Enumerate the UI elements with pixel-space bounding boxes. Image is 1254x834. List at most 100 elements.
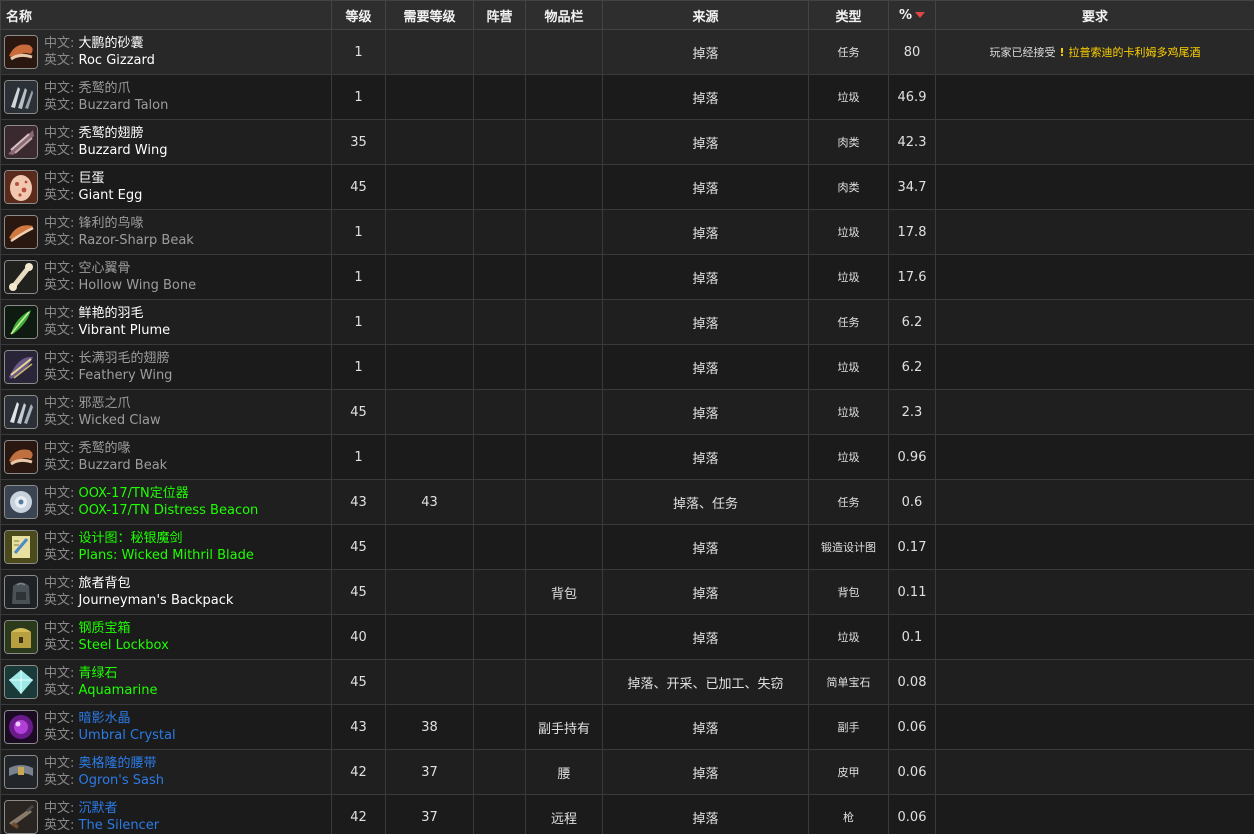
column-header-percent[interactable]: % — [888, 0, 936, 30]
item-name-cell: 中文: 邪恶之爪 英文: Wicked Claw — [0, 389, 332, 435]
table-row[interactable]: 中文: 锋利的鸟喙 英文: Razor-Sharp Beak 1 掉落 垃圾 1… — [0, 209, 1254, 255]
item-source: 掉落 — [602, 524, 809, 570]
wicked-claw-icon[interactable] — [4, 395, 38, 429]
buzzard-beak-icon[interactable] — [4, 440, 38, 474]
table-row[interactable]: 中文: 设计图：秘银魔剑 英文: Plans: Wicked Mithril B… — [0, 524, 1254, 570]
item-drop-percent: 80 — [888, 29, 936, 75]
item-name-cn[interactable]: 青绿石 — [79, 666, 118, 681]
item-name-en[interactable]: Buzzard Beak — [79, 458, 168, 473]
item-name-cn[interactable]: 鲜艳的羽毛 — [79, 306, 144, 321]
item-slot: 远程 — [525, 794, 603, 834]
item-name-en[interactable]: Feathery Wing — [79, 368, 173, 383]
cn-label: 中文: — [44, 36, 75, 51]
table-row[interactable]: 中文: 秃鹫的翅膀 英文: Buzzard Wing 35 掉落 肉类 42.3 — [0, 119, 1254, 165]
roc-gizzard-icon[interactable] — [4, 35, 38, 69]
table-row[interactable]: 中文: 鲜艳的羽毛 英文: Vibrant Plume 1 掉落 任务 6.2 — [0, 299, 1254, 345]
loot-table: 名称 等级 需要等级 阵营 物品栏 来源 类型 % 要求 中文: 大鹏的砂囊 英… — [0, 0, 1254, 834]
item-name-en[interactable]: Vibrant Plume — [79, 323, 171, 338]
item-name-en[interactable]: Wicked Claw — [79, 413, 161, 428]
item-name-cn[interactable]: 秃鹫的翅膀 — [79, 126, 144, 141]
item-name-cn[interactable]: 设计图：秘银魔剑 — [79, 531, 183, 546]
percent-label: % — [898, 7, 913, 23]
item-name-cn[interactable]: 巨蛋 — [79, 171, 105, 186]
item-name-cn[interactable]: 沉默者 — [79, 801, 118, 816]
hollow-wing-bone-icon[interactable] — [4, 260, 38, 294]
column-header-faction[interactable]: 阵营 — [473, 0, 526, 30]
gun-icon[interactable] — [4, 800, 38, 834]
item-name-en[interactable]: Aquamarine — [79, 683, 158, 698]
item-name-cn[interactable]: 秃鹫的爪 — [79, 81, 131, 96]
item-name-en[interactable]: Hollow Wing Bone — [79, 278, 197, 293]
cn-label: 中文: — [44, 216, 75, 231]
vibrant-plume-icon[interactable] — [4, 305, 38, 339]
item-name-en[interactable]: Ogron's Sash — [79, 773, 164, 788]
giant-egg-icon[interactable] — [4, 170, 38, 204]
column-header-level[interactable]: 等级 — [331, 0, 386, 30]
quest-link[interactable]: 拉普索迪的卡利姆多鸡尾酒 — [1069, 46, 1201, 59]
table-row[interactable]: 中文: 巨蛋 英文: Giant Egg 45 掉落 肉类 34.7 — [0, 164, 1254, 210]
item-name-en[interactable]: The Silencer — [79, 818, 160, 833]
table-row[interactable]: 中文: 旅者背包 英文: Journeyman's Backpack 45 背包… — [0, 569, 1254, 615]
umbral-crystal-icon[interactable] — [4, 710, 38, 744]
item-name-en[interactable]: Steel Lockbox — [79, 638, 169, 653]
column-header-type[interactable]: 类型 — [808, 0, 889, 30]
item-name-en[interactable]: Plans: Wicked Mithril Blade — [79, 548, 254, 563]
table-row[interactable]: 中文: 钢质宝箱 英文: Steel Lockbox 40 掉落 垃圾 0.1 — [0, 614, 1254, 660]
table-row[interactable]: 中文: 秃鹫的爪 英文: Buzzard Talon 1 掉落 垃圾 46.9 — [0, 74, 1254, 120]
column-header-req-level[interactable]: 需要等级 — [385, 0, 474, 30]
table-row[interactable]: 中文: 沉默者 英文: The Silencer 42 37 远程 掉落 枪 0… — [0, 794, 1254, 834]
item-name-en[interactable]: Buzzard Wing — [79, 143, 168, 158]
item-name-cn[interactable]: 秃鹫的喙 — [79, 441, 131, 456]
item-name-en[interactable]: Razor-Sharp Beak — [79, 233, 194, 248]
buzzard-wing-icon[interactable] — [4, 125, 38, 159]
item-name-en[interactable]: Umbral Crystal — [79, 728, 176, 743]
table-row[interactable]: 中文: 长满羽毛的翅膀 英文: Feathery Wing 1 掉落 垃圾 6.… — [0, 344, 1254, 390]
sash-icon[interactable] — [4, 755, 38, 789]
item-faction — [473, 659, 526, 705]
razor-sharp-beak-icon[interactable] — [4, 215, 38, 249]
item-slot: 副手持有 — [525, 704, 603, 750]
item-name-cn[interactable]: 长满羽毛的翅膀 — [79, 351, 170, 366]
item-drop-percent: 0.06 — [888, 794, 936, 834]
column-header-name[interactable]: 名称 — [0, 0, 332, 30]
item-name-cn[interactable]: 钢质宝箱 — [79, 621, 131, 636]
item-name-en[interactable]: Giant Egg — [79, 188, 143, 203]
table-row[interactable]: 中文: 奥格隆的腰带 英文: Ogron's Sash 42 37 腰 掉落 皮… — [0, 749, 1254, 795]
item-name-cn[interactable]: 暗影水晶 — [79, 711, 131, 726]
table-row[interactable]: 中文: 邪恶之爪 英文: Wicked Claw 45 掉落 垃圾 2.3 — [0, 389, 1254, 435]
backpack-icon[interactable] — [4, 575, 38, 609]
item-name-cn[interactable]: 锋利的鸟喙 — [79, 216, 144, 231]
requirement-text: 玩家已经接受 — [989, 46, 1056, 59]
item-name-cell: 中文: 巨蛋 英文: Giant Egg — [0, 164, 332, 210]
item-drop-percent: 2.3 — [888, 389, 936, 435]
item-name-cn[interactable]: 旅者背包 — [79, 576, 131, 591]
column-header-requirement[interactable]: 要求 — [935, 0, 1254, 30]
item-name-en[interactable]: Buzzard Talon — [79, 98, 169, 113]
item-name-en[interactable]: OOX-17/TN Distress Beacon — [79, 503, 259, 518]
table-row[interactable]: 中文: 秃鹫的喙 英文: Buzzard Beak 1 掉落 垃圾 0.96 — [0, 434, 1254, 480]
item-name-cn[interactable]: 奥格隆的腰带 — [79, 756, 157, 771]
buzzard-talon-icon[interactable] — [4, 80, 38, 114]
item-drop-percent: 17.8 — [888, 209, 936, 255]
item-name-cn[interactable]: 空心翼骨 — [79, 261, 131, 276]
distress-beacon-icon[interactable] — [4, 485, 38, 519]
column-header-source[interactable]: 来源 — [602, 0, 809, 30]
item-level: 45 — [331, 389, 386, 435]
item-name-cn[interactable]: 大鹏的砂囊 — [79, 36, 144, 51]
table-row[interactable]: 中文: 青绿石 英文: Aquamarine 45 掉落、开采、已加工、失窃 简… — [0, 659, 1254, 705]
feathery-wing-icon[interactable] — [4, 350, 38, 384]
item-name-cn[interactable]: 邪恶之爪 — [79, 396, 131, 411]
column-header-slot[interactable]: 物品栏 — [525, 0, 603, 30]
table-row[interactable]: 中文: 大鹏的砂囊 英文: Roc Gizzard 1 掉落 任务 80 玩家已… — [0, 29, 1254, 75]
item-name-cn[interactable]: OOX-17/TN定位器 — [79, 486, 189, 501]
item-source: 掉落 — [602, 74, 809, 120]
lockbox-icon[interactable] — [4, 620, 38, 654]
aquamarine-icon[interactable] — [4, 665, 38, 699]
plans-scroll-icon[interactable] — [4, 530, 38, 564]
table-row[interactable]: 中文: 空心翼骨 英文: Hollow Wing Bone 1 掉落 垃圾 17… — [0, 254, 1254, 300]
table-row[interactable]: 中文: OOX-17/TN定位器 英文: OOX-17/TN Distress … — [0, 479, 1254, 525]
item-name-en[interactable]: Journeyman's Backpack — [79, 593, 234, 608]
table-row[interactable]: 中文: 暗影水晶 英文: Umbral Crystal 43 38 副手持有 掉… — [0, 704, 1254, 750]
item-name-en[interactable]: Roc Gizzard — [79, 53, 155, 68]
item-slot — [525, 254, 603, 300]
